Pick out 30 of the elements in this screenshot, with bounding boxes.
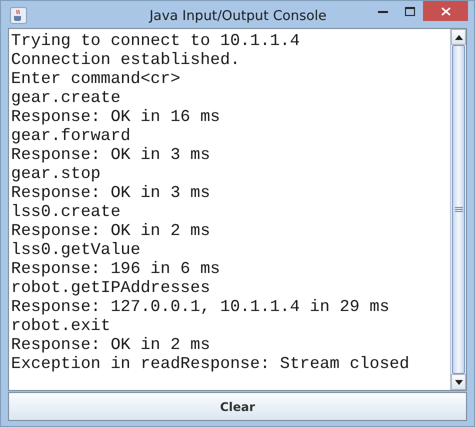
scroll-down-button[interactable] [451,374,466,390]
console-line: Exception in readResponse: Stream closed [11,354,410,373]
console-line: Response: OK in 16 ms [11,107,222,126]
console-line: Response: 127.0.0.1, 10.1.1.4 in 29 ms [11,297,390,316]
console-line: Response: OK in 3 ms [11,183,212,202]
scrollbar-thumb[interactable] [452,45,465,374]
down-arrow-icon [454,380,462,384]
console-line: Connection established. [11,50,242,69]
maximize-icon [404,6,414,16]
console-line: lss0.create [11,202,122,221]
console-line: gear.forward [11,126,132,145]
clear-button[interactable]: Clear [8,392,467,421]
console-line: Enter command<cr> [11,69,182,88]
console-line: Response: OK in 2 ms [11,335,212,354]
console-line: Trying to connect to 10.1.1.4 [11,31,301,50]
close-button[interactable] [423,1,468,21]
console-line: robot.getIPAddresses [11,278,212,297]
console-line: gear.create [11,88,122,107]
coffee-cup-icon [10,7,27,24]
minimize-icon [378,10,388,12]
close-icon [440,6,450,16]
console-line: gear.stop [11,164,102,183]
scroll-up-button[interactable] [451,29,466,45]
up-arrow-icon [454,34,462,40]
console-line: Response: OK in 3 ms [11,145,212,164]
window-title: Java Input/Output Console [149,8,327,24]
console-line: Response: OK in 2 ms [11,221,212,240]
console-line: Response: 196 in 6 ms [11,259,222,278]
console-line: lss0.getValue [11,240,142,259]
console-line: robot.exit [11,316,112,335]
